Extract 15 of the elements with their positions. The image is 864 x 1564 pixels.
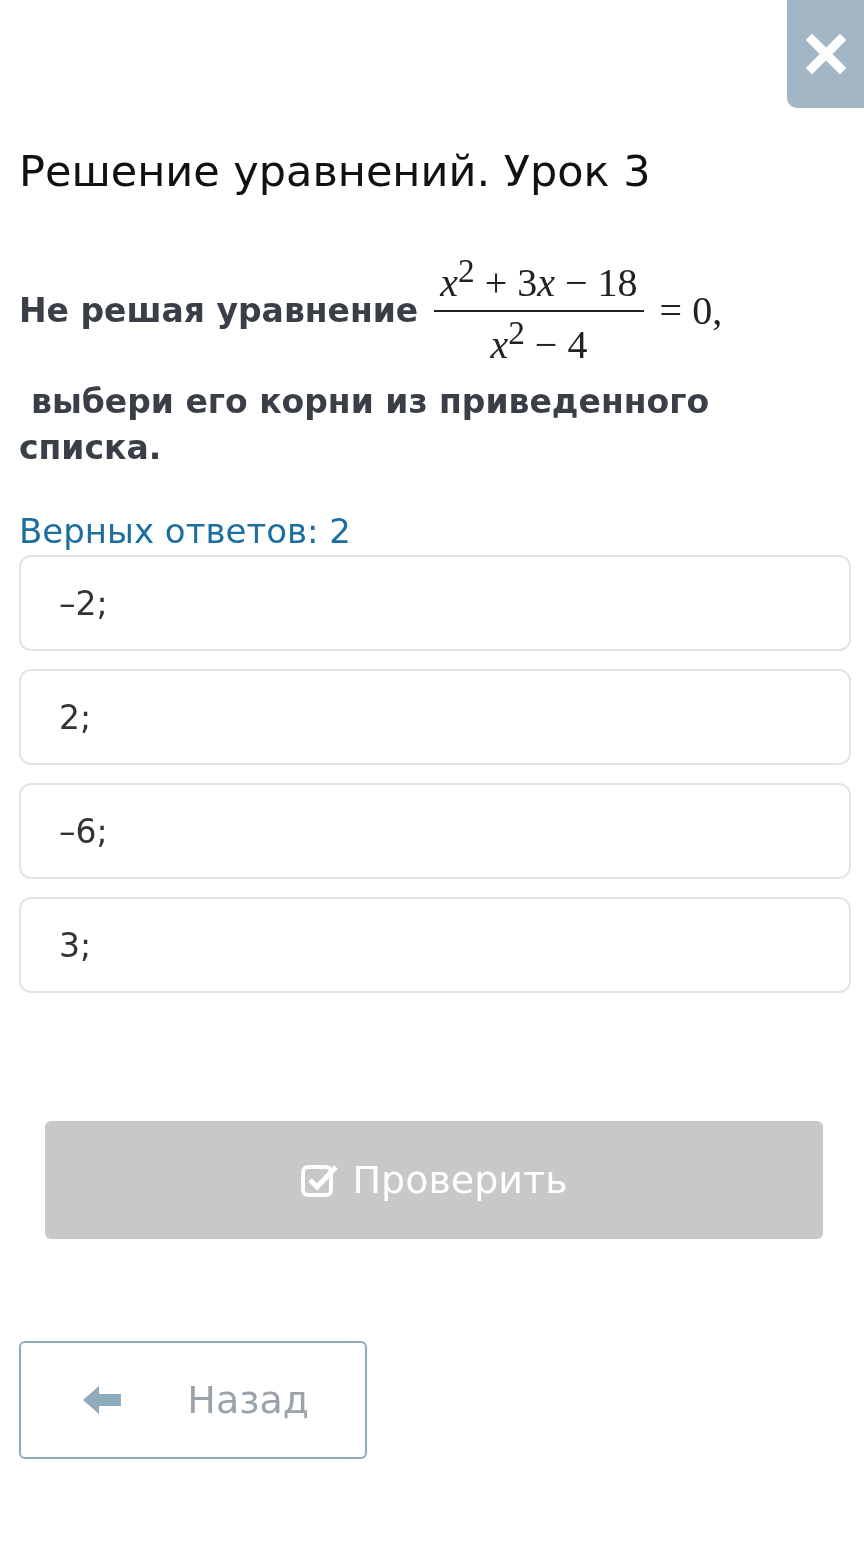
question-text: выбери его корни из приведенного списка.	[19, 380, 711, 469]
left-arrow-icon	[81, 1384, 123, 1417]
close-button[interactable]	[787, 0, 864, 108]
answer-option[interactable]: 2;	[19, 669, 851, 766]
answer-count: Верных ответов: 2	[19, 511, 352, 552]
answer-option[interactable]: 3;	[19, 897, 851, 994]
checkbox-icon	[300, 1162, 341, 1199]
answer-option[interactable]: –6;	[19, 783, 851, 880]
equation-tail: = 0,	[659, 286, 723, 334]
denominator: x$^{2}$ − 4	[490, 313, 588, 369]
answer-option[interactable]: –2;	[19, 555, 851, 652]
question-text: Не решая уравнение	[19, 290, 419, 330]
page-title: Решение уравнений. Урок 3	[19, 146, 652, 196]
numerator: x$^{2}$ + 3x − 18	[434, 252, 644, 313]
close-icon	[805, 34, 846, 74]
